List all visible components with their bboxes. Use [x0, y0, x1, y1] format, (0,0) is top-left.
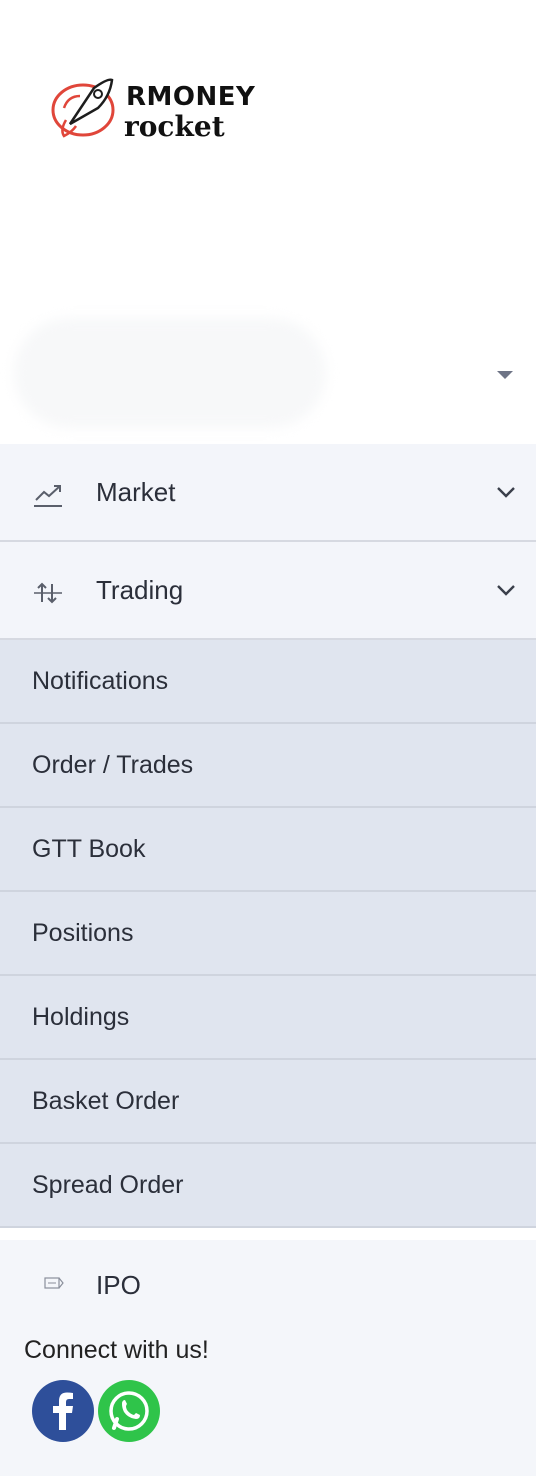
menu-group-trading[interactable]: Trading — [0, 542, 536, 640]
brand-line-1: RMONEY — [126, 82, 256, 112]
facebook-button[interactable] — [32, 1380, 94, 1442]
menu-item-holdings[interactable]: Holdings — [0, 976, 536, 1060]
ipo-tag-icon — [44, 1277, 64, 1289]
ipo-label: IPO — [96, 1270, 141, 1300]
chevron-down-icon[interactable] — [496, 485, 516, 499]
menu-item-notifications[interactable]: Notifications — [0, 640, 536, 724]
menu-group-market[interactable]: Market — [0, 444, 536, 542]
facebook-icon — [53, 1392, 73, 1430]
menu-item-gtt-book[interactable]: GTT Book — [0, 808, 536, 892]
drawer-footer: IPO Connect with us! — [0, 1240, 536, 1476]
whatsapp-icon — [109, 1391, 149, 1431]
caret-down-icon[interactable] — [497, 371, 513, 379]
menu-group-label: Market — [96, 476, 176, 507]
brand-logo: RMONEY rocket — [50, 72, 290, 143]
menu-group-label: Trading — [96, 574, 184, 605]
trading-arrows-icon — [34, 582, 62, 604]
trend-up-icon — [34, 485, 62, 507]
user-profile-blurred[interactable] — [14, 318, 326, 428]
menu-item-basket-order[interactable]: Basket Order — [0, 1060, 536, 1144]
menu-item-ipo[interactable]: IPO — [0, 1240, 536, 1336]
menu-item-spread-order[interactable]: Spread Order — [0, 1144, 536, 1228]
drawer-header: RMONEY rocket — [0, 0, 536, 444]
rocket-logo-icon — [51, 78, 115, 138]
chevron-down-icon[interactable] — [496, 583, 516, 597]
menu-item-order-trades[interactable]: Order / Trades — [0, 724, 536, 808]
whatsapp-button[interactable] — [98, 1380, 160, 1442]
brand-line-2: rocket — [124, 110, 225, 143]
menu-item-positions[interactable]: Positions — [0, 892, 536, 976]
side-menu: Market Trading Notifications Order / Tra… — [0, 444, 536, 1228]
connect-label: Connect with us! — [24, 1336, 209, 1364]
